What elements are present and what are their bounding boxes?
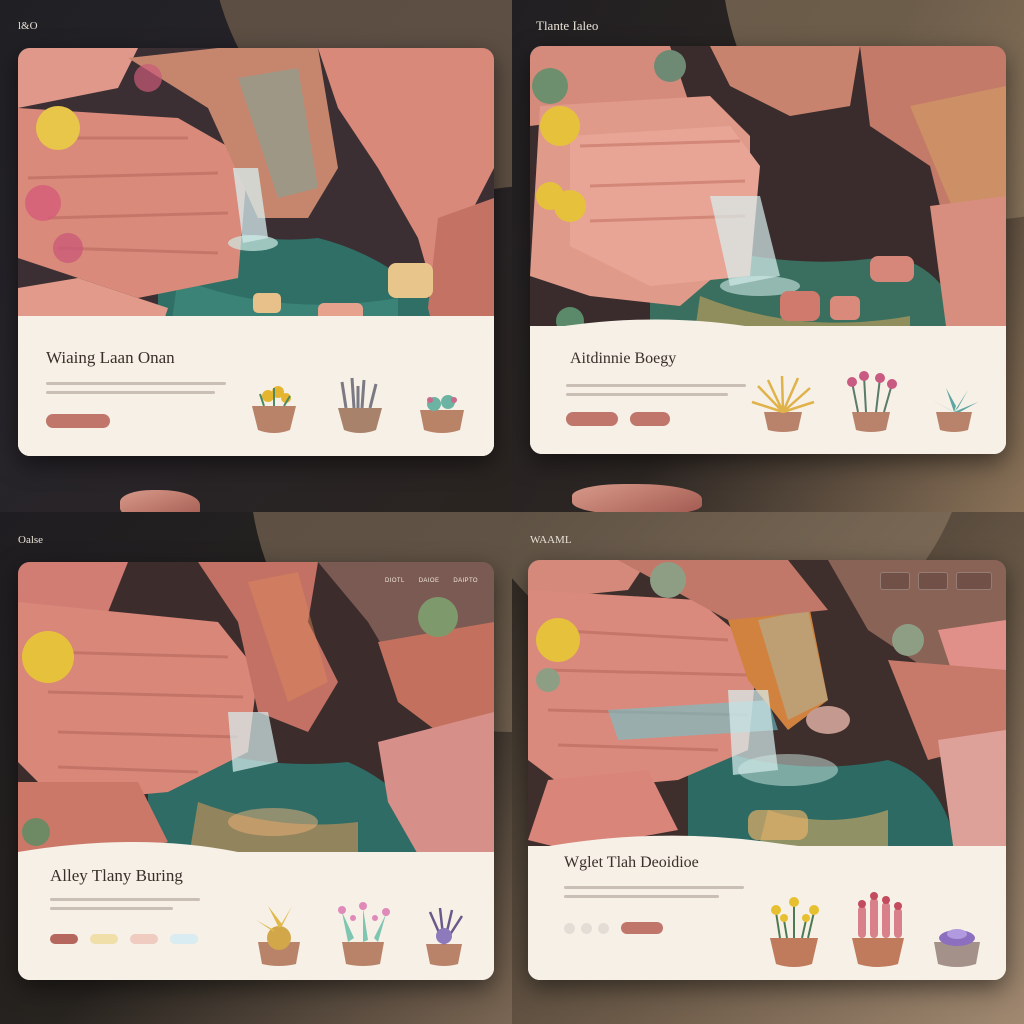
hero-nav: DIOTL DAIOE DAIPTO [385,578,478,584]
hero-nav-link[interactable]: DAIOE [419,578,440,584]
filter-chip[interactable] [880,572,910,590]
yellow-succulent-pot-icon [256,906,300,966]
decorative-rock [120,490,200,512]
succulent-pot-icon [420,395,464,433]
body-text [46,382,226,400]
screen-1: l&O Wiaing Laan Onan [0,0,512,512]
pagination-dot[interactable] [581,922,592,934]
pagination-dot[interactable] [564,922,575,934]
golden-grass-pot-icon [751,375,815,432]
cta-row [566,412,670,426]
hero-filter-bar [880,572,992,590]
hero-card: Wglet Tlah Deoidioe [528,560,1006,980]
cta-row [564,922,663,934]
hero-title: Wiaing Laan Onan [46,348,175,367]
cta-row [50,934,198,944]
cta-button[interactable] [566,412,618,426]
plant-showcase [748,370,984,434]
decorative-rock [572,484,702,512]
filter-chip[interactable] [170,934,198,944]
top-nav: Tlante Ialeo [536,14,1006,38]
cta-button[interactable] [50,934,78,944]
purple-succulent-pot-icon [934,929,980,967]
plant-showcase [240,374,472,436]
hero-card: DIOTL DAIOE DAIPTO Alley Tlany Buring [18,562,494,980]
cta-button[interactable] [621,922,663,934]
plant-showcase [248,892,472,968]
top-nav: Oalse [18,528,494,552]
brand-logo[interactable]: Oalse [18,534,43,546]
content-panel: Aitdinnie Boegy [530,326,1006,454]
top-nav: WAAML [530,528,1006,552]
red-cactus-pot-icon [852,892,904,967]
yellow-flower-pot-icon [252,386,296,433]
cactus-flower-pot-icon [338,902,390,966]
content-panel: Wglet Tlah Deoidioe [528,846,1006,980]
top-nav: l&O [18,14,494,38]
filter-chip[interactable] [130,934,158,944]
filter-chip[interactable] [918,572,948,590]
cta-button[interactable] [46,414,110,428]
brand-logo[interactable]: Tlante Ialeo [536,18,598,34]
hero-title: Aitdinnie Boegy [570,350,677,367]
brand-logo[interactable]: l&O [18,20,38,32]
brand-logo[interactable]: WAAML [530,534,572,546]
screen-4: WAAML Wglet Tlah Deoidioe [512,512,1024,1024]
content-panel: Alley Tlany Buring [18,852,494,980]
pagination-dot[interactable] [598,922,609,934]
screen-2: Tlante Ialeo Aitdinnie Boegy [512,0,1024,512]
body-text [50,898,200,916]
hero-title: Wglet Tlah Deoidioe [564,854,699,871]
plant-showcase [762,888,984,970]
filter-chip[interactable] [90,934,118,944]
lavender-pot-icon [338,377,382,433]
hero-nav-link[interactable]: DAIPTO [453,578,478,584]
agave-pot-icon [932,388,978,432]
hero-card: Wiaing Laan Onan [18,48,494,456]
purple-flower-pot-icon [426,907,464,966]
secondary-button[interactable] [630,412,670,426]
body-text [566,384,746,402]
hero-card: Aitdinnie Boegy [530,46,1006,454]
hero-title: Alley Tlany Buring [50,866,183,885]
body-text [564,886,744,904]
yellow-flower-pot-icon [770,897,819,967]
screen-3: Oalse DIOTL DAIOE DAIPTO Alley Tlany Bur… [0,512,512,1024]
content-panel: Wiaing Laan Onan [18,316,494,456]
cta-row [46,414,110,428]
pink-flower-pot-icon [847,371,897,432]
filter-chip[interactable] [956,572,992,590]
hero-nav-link[interactable]: DIOTL [385,578,405,584]
